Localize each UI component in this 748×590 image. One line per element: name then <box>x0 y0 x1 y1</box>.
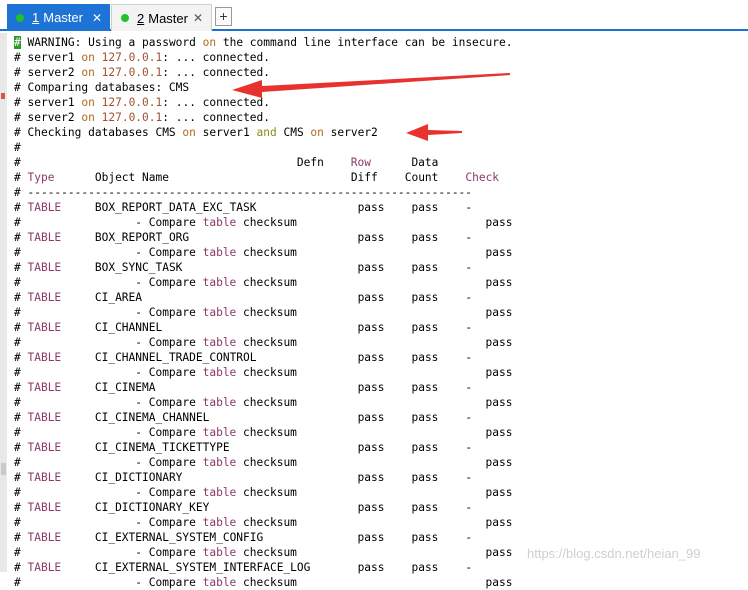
compare-text: checksum <box>236 576 297 589</box>
red-arrow-2 <box>406 124 462 141</box>
red-arrow-1 <box>232 73 510 98</box>
data-check-value: pass <box>485 576 513 589</box>
compare-text: - Compare <box>135 576 203 589</box>
watermark: https://blog.csdn.net/heian_99 <box>527 546 701 561</box>
table-row-detail: # - Compare table checksum pass <box>14 576 513 589</box>
keyword: table <box>202 576 237 589</box>
annotation-arrows <box>232 73 510 141</box>
